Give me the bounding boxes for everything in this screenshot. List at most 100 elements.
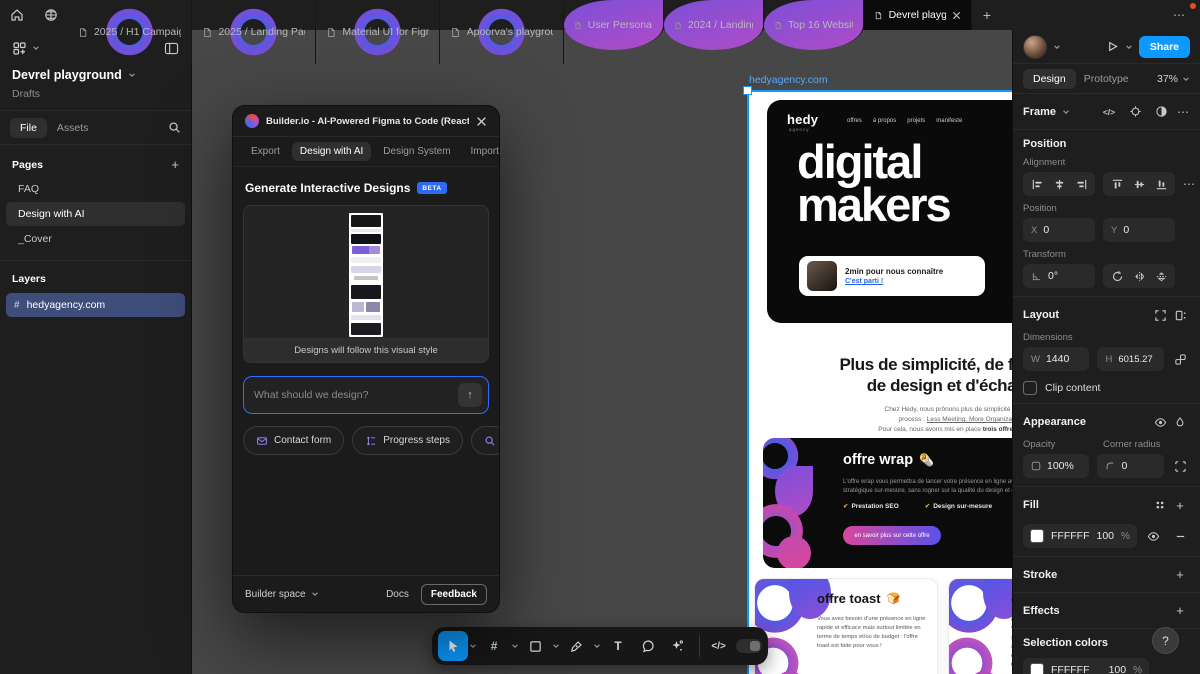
add-fill-icon[interactable]: + — [1170, 495, 1190, 515]
selection-color-swatch[interactable] — [1030, 663, 1044, 674]
constrain-proportions-icon[interactable] — [1172, 349, 1190, 369]
plugin-tab-design-with-ai[interactable]: Design with AI — [291, 142, 372, 161]
chip-contact-form[interactable]: Contact form — [243, 426, 345, 455]
shape-tool[interactable] — [521, 631, 551, 661]
frame-type-dropdown[interactable]: Frame — [1023, 106, 1056, 118]
close-plugin-icon[interactable] — [476, 116, 487, 127]
add-effect-icon[interactable]: + — [1170, 601, 1190, 621]
submit-prompt-button[interactable]: ↑ — [458, 383, 482, 407]
component-target-icon[interactable] — [1125, 102, 1145, 122]
independent-corners-icon[interactable] — [1172, 456, 1190, 476]
fill-color-field[interactable]: FFFFFF 100 % — [1023, 524, 1137, 548]
visibility-eye-icon[interactable] — [1150, 412, 1170, 432]
frame-tool-chevron-icon[interactable] — [509, 642, 521, 650]
width-field[interactable]: W 1440 — [1023, 347, 1090, 371]
tabbar-overflow-icon[interactable]: ⋯ — [1173, 8, 1186, 22]
new-tab-button[interactable]: + — [972, 0, 1002, 30]
file-tab[interactable]: 2024 / Landing Pag — [664, 0, 764, 50]
opacity-droplet-icon[interactable] — [1170, 412, 1190, 432]
file-tab[interactable]: 2025 / Landing Pag — [192, 0, 316, 64]
share-button[interactable]: Share — [1138, 35, 1190, 58]
dev-mode-icon[interactable]: </> — [707, 631, 731, 661]
opacity-field[interactable]: 100% — [1023, 454, 1090, 478]
flip-horizontal-icon[interactable] — [1129, 266, 1149, 286]
avatar-chevron-icon[interactable] — [1053, 43, 1061, 51]
page-item-faq[interactable]: FAQ — [6, 177, 185, 201]
fill-color-swatch[interactable] — [1030, 529, 1044, 543]
feedback-button[interactable]: Feedback — [420, 583, 487, 605]
fill-styles-icon[interactable] — [1150, 495, 1170, 515]
builder-space-dropdown[interactable]: Builder space — [245, 589, 319, 600]
shape-tool-chevron-icon[interactable] — [550, 642, 562, 650]
frame-chevron-icon[interactable] — [1062, 108, 1070, 116]
file-tab[interactable]: 2025 / H1 Campaign — [68, 0, 192, 64]
corner-radius-field[interactable]: 0 — [1097, 454, 1164, 478]
align-left-icon[interactable] — [1027, 174, 1047, 194]
tab-assets[interactable]: Assets — [57, 122, 89, 134]
add-stroke-icon[interactable]: + — [1170, 565, 1190, 585]
file-tab[interactable]: User Persona Temp — [564, 0, 664, 50]
frame-name-label[interactable]: hedyagency.com — [749, 74, 828, 86]
layer-row-hedyagency[interactable]: # hedyagency.com — [6, 293, 185, 317]
align-right-icon[interactable] — [1071, 174, 1091, 194]
community-icon[interactable] — [34, 0, 68, 30]
project-name-dropdown[interactable]: Devrel playground — [12, 68, 179, 82]
selection-handle-top-left[interactable] — [743, 86, 752, 95]
align-v-middle-icon[interactable] — [1129, 174, 1149, 194]
fill-visibility-icon[interactable] — [1144, 526, 1164, 546]
move-tool-chevron-icon[interactable] — [468, 642, 480, 650]
dev-code-icon[interactable]: </> — [1099, 102, 1119, 122]
prompt-input[interactable] — [254, 389, 452, 401]
search-icon[interactable] — [168, 121, 181, 134]
selection-color-field[interactable]: FFFFFF 100 % — [1023, 658, 1149, 674]
frame-more-icon[interactable]: ⋯ — [1177, 105, 1190, 119]
help-button[interactable]: ? — [1152, 627, 1179, 654]
rotate-icon[interactable] — [1107, 266, 1127, 286]
align-top-icon[interactable] — [1107, 174, 1127, 194]
tab-prototype[interactable]: Prototype — [1084, 73, 1129, 85]
clip-content-checkbox[interactable] — [1023, 381, 1037, 395]
resize-to-fit-icon[interactable] — [1150, 305, 1170, 325]
present-chevron-icon[interactable] — [1125, 43, 1133, 51]
auto-layout-icon[interactable] — [1170, 305, 1190, 325]
dev-mode-toggle[interactable] — [736, 639, 763, 653]
rotation-field[interactable]: 0° — [1023, 264, 1095, 288]
flip-vertical-icon[interactable] — [1151, 266, 1171, 286]
present-icon[interactable] — [1106, 40, 1119, 53]
chip-progress-steps[interactable]: Progress steps — [352, 426, 463, 455]
file-tab[interactable]: Top 16 Websites of — [764, 0, 864, 50]
close-tab-icon[interactable] — [952, 11, 961, 20]
add-page-icon[interactable]: + — [171, 157, 179, 172]
x-position-field[interactable]: X 0 — [1023, 218, 1095, 242]
pen-tool[interactable] — [562, 631, 592, 661]
move-tool[interactable] — [438, 631, 468, 661]
align-bottom-icon[interactable] — [1151, 174, 1171, 194]
actions-ai-tool[interactable] — [662, 631, 692, 661]
y-position-field[interactable]: Y 0 — [1103, 218, 1175, 242]
tab-design[interactable]: Design — [1023, 68, 1076, 89]
page-item-cover[interactable]: _Cover — [6, 227, 185, 251]
align-h-center-icon[interactable] — [1049, 174, 1069, 194]
avatar[interactable] — [1023, 34, 1047, 59]
design-frame-hedyagency[interactable]: hedy agency offres à propos projets mani… — [749, 92, 1012, 674]
file-tab[interactable]: Material UI for Figm — [316, 0, 440, 64]
height-field[interactable]: H 6015.27 — [1097, 347, 1164, 371]
text-tool[interactable]: T — [603, 631, 633, 661]
tab-file[interactable]: File — [10, 117, 47, 138]
main-menu-icon[interactable] — [12, 41, 40, 56]
blend-mode-icon[interactable] — [1151, 102, 1171, 122]
zoom-level-dropdown[interactable]: 37% — [1157, 73, 1190, 85]
pen-tool-chevron-icon[interactable] — [592, 642, 604, 650]
plugin-tab-export[interactable]: Export — [243, 142, 288, 161]
plugin-tab-import[interactable]: Import — [463, 142, 499, 161]
home-icon[interactable] — [0, 0, 34, 30]
comment-tool[interactable] — [633, 631, 663, 661]
alignment-more-icon[interactable]: ⋯ — [1183, 177, 1196, 191]
file-tab[interactable]: Apoorva's playgrou — [440, 0, 564, 64]
file-tab-active[interactable]: Devrel playgrou — [864, 0, 972, 30]
remove-fill-icon[interactable] — [1170, 526, 1190, 546]
docs-link[interactable]: Docs — [386, 589, 409, 600]
frame-tool[interactable]: # — [479, 631, 509, 661]
page-item-design-with-ai[interactable]: Design with AI — [6, 202, 185, 226]
plugin-tab-design-system[interactable]: Design System — [375, 142, 458, 161]
